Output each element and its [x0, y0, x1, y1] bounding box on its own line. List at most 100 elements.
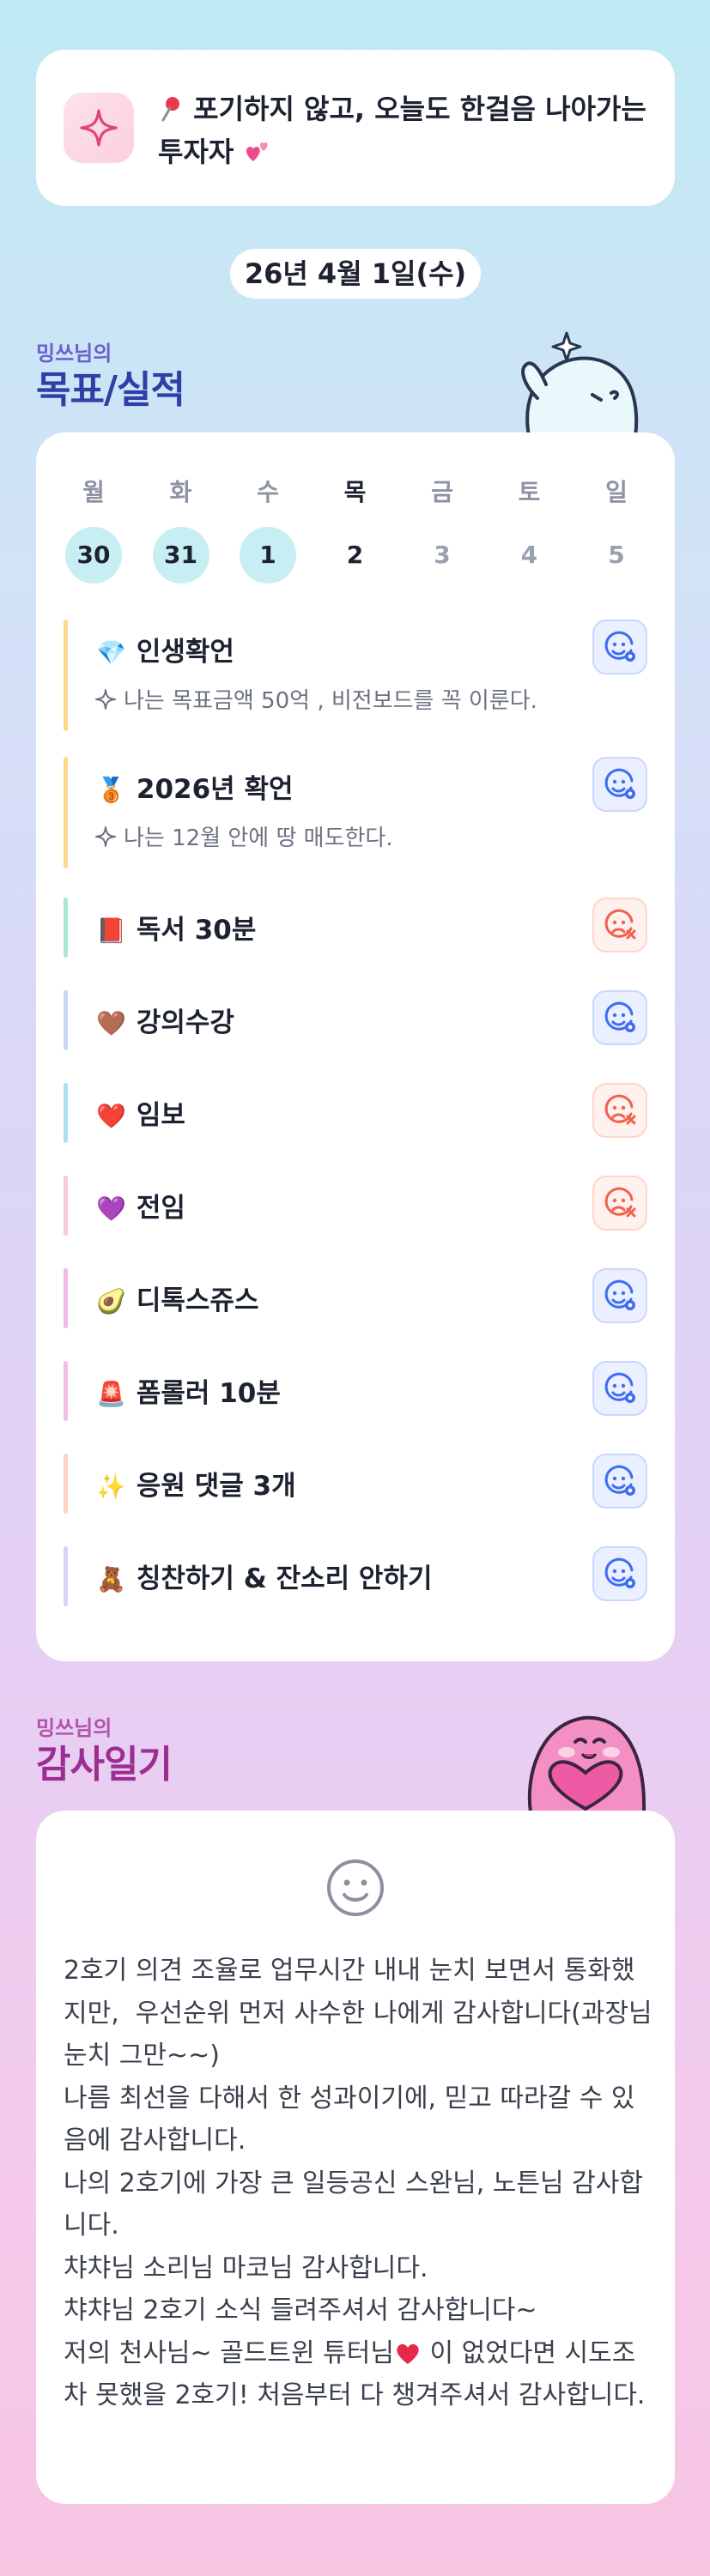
status-smile-button[interactable]: [592, 1454, 647, 1509]
goal-title: 🚨 폼롤러 10분: [96, 1371, 281, 1410]
goal-color-bar: [64, 757, 68, 868]
day-name: 토: [518, 478, 541, 506]
status-smile-button[interactable]: [592, 1268, 647, 1323]
day-2[interactable]: 목2: [325, 474, 385, 584]
goal-title: 📕 독서 30분: [96, 908, 256, 946]
status-smile-button[interactable]: [592, 757, 647, 812]
week-calendar: 월 30 화 31 수 1 목 2 금 3 토 4 일 5: [36, 474, 675, 584]
goals-card: 월 30 화 31 수 1 목 2 금 3 토 4 일 5 💎 인생확언 나는 목표금액 50억 , 비전보드…: [36, 432, 675, 1661]
goal-item[interactable]: 💎 인생확언나는 목표금액 50억 , 비전보드를 꼭 이룬다.: [64, 620, 647, 731]
goal-item[interactable]: 💜 전임: [64, 1176, 647, 1236]
sparkle-outline-icon: [94, 825, 124, 851]
day-31[interactable]: 화 31: [151, 474, 211, 584]
goal-emoji-icon: ✨: [96, 1472, 126, 1501]
status-sad-button[interactable]: [592, 1083, 647, 1138]
round-pushpin-icon: [158, 93, 193, 125]
motto-label: 포기하지 않고, 오늘도 한걸음 나아가는 투자자: [158, 93, 646, 168]
goal-title-text: 강의수강: [136, 1007, 234, 1038]
day-4[interactable]: 토4: [500, 474, 560, 584]
goal-title: 💎 인생확언: [96, 630, 234, 668]
goals-section-title: 목표/실적: [36, 368, 185, 412]
goal-title-text: 응원 댓글 3개: [136, 1471, 296, 1502]
day-name: 화: [169, 478, 192, 506]
goal-title-text: 폼롤러 10분: [136, 1378, 281, 1409]
goal-title-text: 전임: [136, 1193, 185, 1224]
day-name: 수: [257, 478, 279, 506]
goal-item[interactable]: 🥉 2026년 확언나는 12월 안에 땅 매도한다.: [64, 757, 647, 868]
gratitude-text: 2호기 의견 조율로 업무시간 내내 눈치 보면서 통화했지만, 우선순위 먼저…: [64, 1950, 656, 2417]
goal-color-bar: [64, 990, 68, 1050]
goal-item[interactable]: 📕 독서 30분: [64, 898, 647, 958]
gratitude-section-title: 감사일기: [36, 1743, 173, 1787]
two-hearts-icon: [234, 136, 270, 168]
motto-text: 포기하지 않고, 오늘도 한걸음 나아가는 투자자: [158, 88, 664, 173]
smile-icon: [325, 1857, 386, 1922]
day-1[interactable]: 수1: [238, 474, 298, 584]
day-date: 5: [608, 541, 625, 569]
goal-color-bar: [64, 1268, 68, 1328]
goal-item[interactable]: 🚨 폼롤러 10분: [64, 1361, 647, 1421]
goal-title: 🧸 칭찬하기 & 잔소리 안하기: [96, 1557, 433, 1595]
day-name: 월: [82, 478, 105, 506]
day-date: 30: [65, 527, 122, 584]
goal-item[interactable]: 🥑 디톡스쥬스: [64, 1268, 647, 1328]
goal-color-bar: [64, 1454, 68, 1514]
day-date: 4: [520, 541, 538, 569]
goal-title: ❤️ 임보: [96, 1093, 185, 1132]
goal-affirmation: 나는 12월 안에 땅 매도한다.: [94, 820, 393, 852]
status-smile-button[interactable]: [592, 990, 647, 1045]
day-date: 3: [434, 541, 451, 569]
goal-title-text: 디톡스쥬스: [136, 1285, 259, 1316]
goal-title-text: 칭찬하기 & 잔소리 안하기: [136, 1563, 433, 1594]
goal-item[interactable]: ❤️ 임보: [64, 1083, 647, 1143]
goal-color-bar: [64, 898, 68, 958]
motto-card: 포기하지 않고, 오늘도 한걸음 나아가는 투자자: [36, 50, 675, 206]
goal-affirmation-text: 나는 목표금액 50억 , 비전보드를 꼭 이룬다.: [124, 688, 537, 714]
gratitude-card: 2호기 의견 조율로 업무시간 내내 눈치 보면서 통화했지만, 우선순위 먼저…: [36, 1811, 675, 2504]
goal-item[interactable]: 🤎 강의수강: [64, 990, 647, 1050]
goal-color-bar: [64, 1176, 68, 1236]
goal-emoji-icon: 📕: [96, 916, 126, 945]
goal-title-text: 인생확언: [136, 637, 234, 668]
goal-emoji-icon: 🚨: [96, 1380, 126, 1408]
mascot-heart-icon: [510, 1699, 656, 1816]
goal-title-text: 2026년 확언: [136, 774, 294, 805]
goal-title: 🥑 디톡스쥬스: [96, 1279, 258, 1317]
status-smile-button[interactable]: [592, 1546, 647, 1601]
goal-emoji-icon: 🥉: [96, 776, 126, 804]
day-date: 2: [346, 541, 364, 569]
status-smile-button[interactable]: [592, 620, 647, 674]
goal-emoji-icon: 🥑: [96, 1287, 126, 1315]
goal-title: 🤎 강의수강: [96, 1001, 234, 1039]
status-sad-button[interactable]: [592, 1176, 647, 1231]
goal-title: 🥉 2026년 확언: [96, 767, 294, 806]
goal-affirmation: 나는 목표금액 50억 , 비전보드를 꼭 이룬다.: [94, 683, 537, 715]
goal-item[interactable]: 🧸 칭찬하기 & 잔소리 안하기: [64, 1546, 647, 1606]
goal-title: ✨ 응원 댓글 3개: [96, 1464, 296, 1503]
day-5[interactable]: 일5: [586, 474, 646, 584]
goal-affirmation-text: 나는 12월 안에 땅 매도한다.: [124, 825, 393, 851]
goal-emoji-icon: 🧸: [96, 1565, 126, 1593]
goal-emoji-icon: ❤️: [96, 1102, 126, 1130]
goal-title-text: 임보: [136, 1100, 185, 1131]
goal-emoji-icon: 💜: [96, 1194, 126, 1223]
date-pill[interactable]: 26년 4월 1일(수): [230, 249, 481, 299]
goal-color-bar: [64, 1083, 68, 1143]
red-heart-icon: [394, 2332, 422, 2375]
sparkle-outline-icon: [94, 688, 124, 714]
day-30[interactable]: 월 30: [64, 474, 124, 584]
goal-title-text: 독서 30분: [136, 915, 257, 946]
goal-item[interactable]: ✨ 응원 댓글 3개: [64, 1454, 647, 1514]
day-date: 1: [240, 527, 296, 584]
gratitude-text-part1: 2호기 의견 조율로 업무시간 내내 눈치 보면서 통화했지만, 우선순위 먼저…: [64, 1956, 652, 2368]
day-name: 목: [343, 478, 367, 506]
goal-title: 💜 전임: [96, 1186, 185, 1225]
day-3[interactable]: 금3: [412, 474, 472, 584]
day-name: 금: [431, 478, 453, 506]
goal-color-bar: [64, 1546, 68, 1606]
status-sad-button[interactable]: [592, 898, 647, 952]
goal-emoji-icon: 🤎: [96, 1009, 126, 1037]
goal-color-bar: [64, 1361, 68, 1421]
goal-emoji-icon: 💎: [96, 638, 126, 667]
status-smile-button[interactable]: [592, 1361, 647, 1416]
